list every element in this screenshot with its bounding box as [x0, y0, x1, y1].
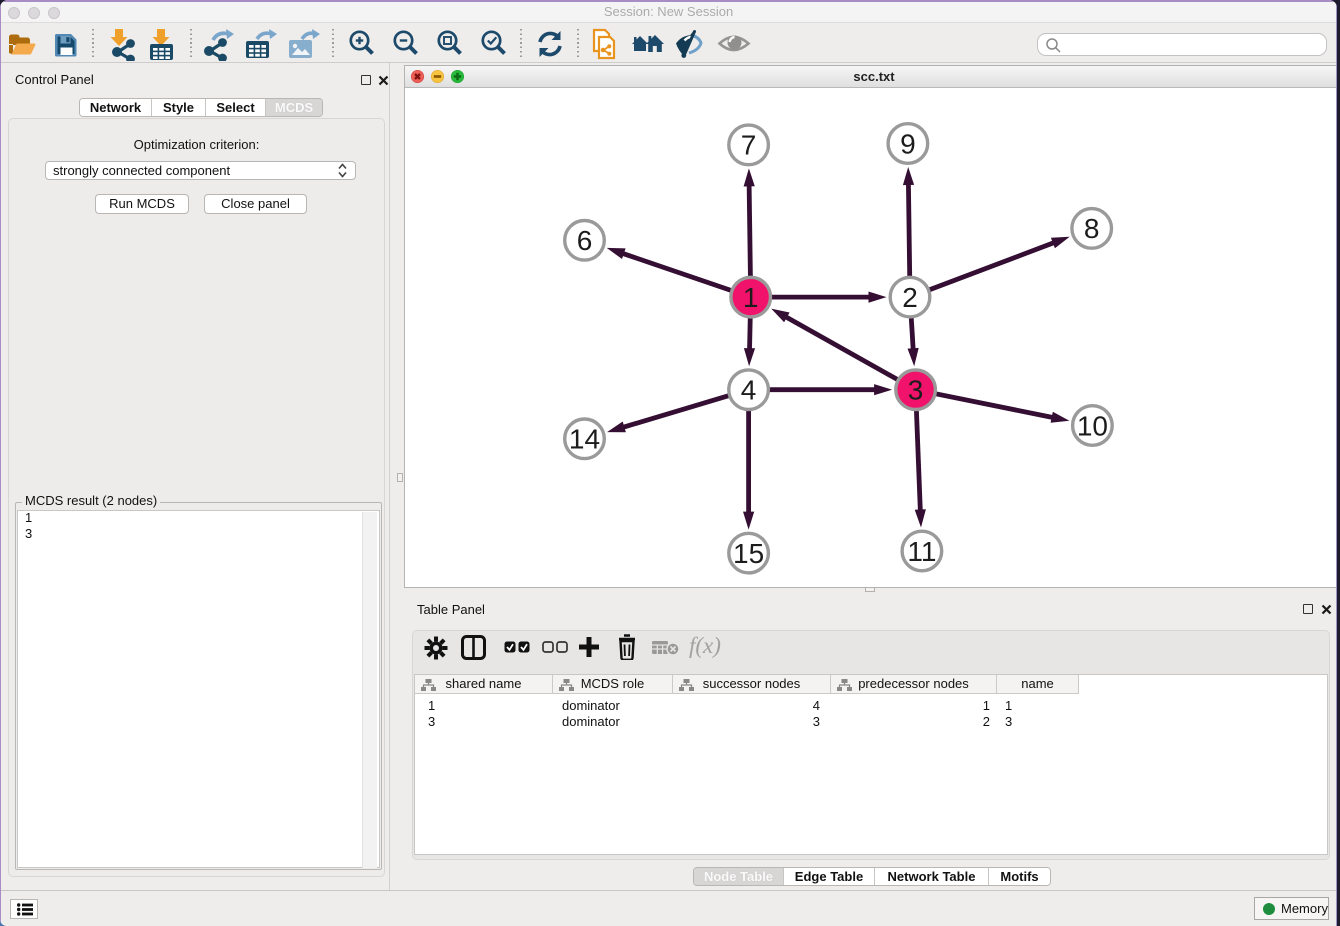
svg-text:7: 7 [741, 130, 757, 161]
svg-text:11: 11 [907, 536, 936, 567]
svg-text:10: 10 [1077, 410, 1108, 441]
svg-text:2: 2 [902, 282, 918, 313]
svg-text:9: 9 [900, 128, 916, 159]
svg-text:6: 6 [577, 225, 593, 256]
svg-text:14: 14 [569, 424, 600, 455]
svg-text:3: 3 [908, 375, 924, 406]
svg-text:1: 1 [743, 282, 759, 313]
svg-text:15: 15 [733, 538, 764, 569]
svg-text:8: 8 [1084, 213, 1100, 244]
svg-text:4: 4 [741, 375, 757, 406]
